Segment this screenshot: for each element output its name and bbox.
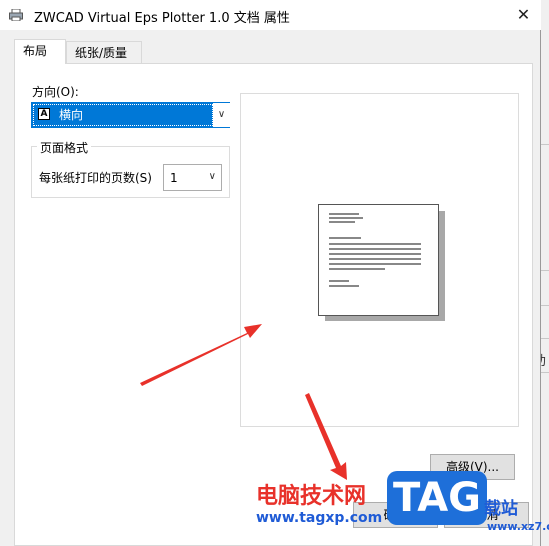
title-bar: ZWCAD Virtual Eps Plotter 1.0 文档 属性 ✕ (0, 0, 541, 30)
window-title: ZWCAD Virtual Eps Plotter 1.0 文档 属性 (34, 11, 290, 26)
orientation-select[interactable]: A 横向 ∨ (31, 102, 230, 128)
chevron-down-icon: ∨ (208, 171, 216, 182)
watermark-right-text: 载站 (484, 499, 518, 519)
preview-line (329, 268, 385, 270)
close-icon: ✕ (516, 5, 531, 24)
watermark-right-url: www.xz7.com (487, 520, 549, 533)
landscape-icon: A (38, 108, 50, 120)
preview-line (329, 248, 421, 250)
preview-line (329, 217, 363, 219)
preview-line (329, 213, 359, 215)
orientation-value: 横向 (59, 108, 84, 122)
watermark-site-name: 电脑技术网 (256, 484, 367, 509)
chevron-down-icon[interactable]: ∨ (213, 103, 230, 127)
preview-line (329, 243, 421, 245)
printer-icon (9, 9, 23, 21)
properties-dialog: ZWCAD Virtual Eps Plotter 1.0 文档 属性 ✕ 布局… (0, 0, 541, 546)
tab-paper-quality[interactable]: 纸张/质量 (66, 41, 142, 63)
preview-line (329, 263, 421, 265)
pages-per-sheet-select[interactable]: 1 ∨ (163, 164, 222, 191)
tab-layout[interactable]: 布局 (14, 39, 66, 64)
pages-per-sheet-label: 每张纸打印的页数(S) (39, 171, 152, 185)
orientation-label: 方向(O): (32, 85, 79, 99)
watermark-site-url: www.tagxp.com (256, 510, 383, 526)
preview-line (329, 258, 421, 260)
preview-line (329, 237, 361, 239)
preview-line (329, 253, 421, 255)
preview-line (329, 285, 359, 287)
preview-line (329, 221, 355, 223)
tag-logo: TAG (387, 471, 487, 525)
pages-per-sheet-value: 1 (170, 171, 178, 185)
preview-page-icon (318, 204, 439, 316)
preview-line (329, 280, 349, 282)
page-format-title: 页面格式 (37, 139, 92, 156)
close-button[interactable]: ✕ (506, 0, 541, 30)
